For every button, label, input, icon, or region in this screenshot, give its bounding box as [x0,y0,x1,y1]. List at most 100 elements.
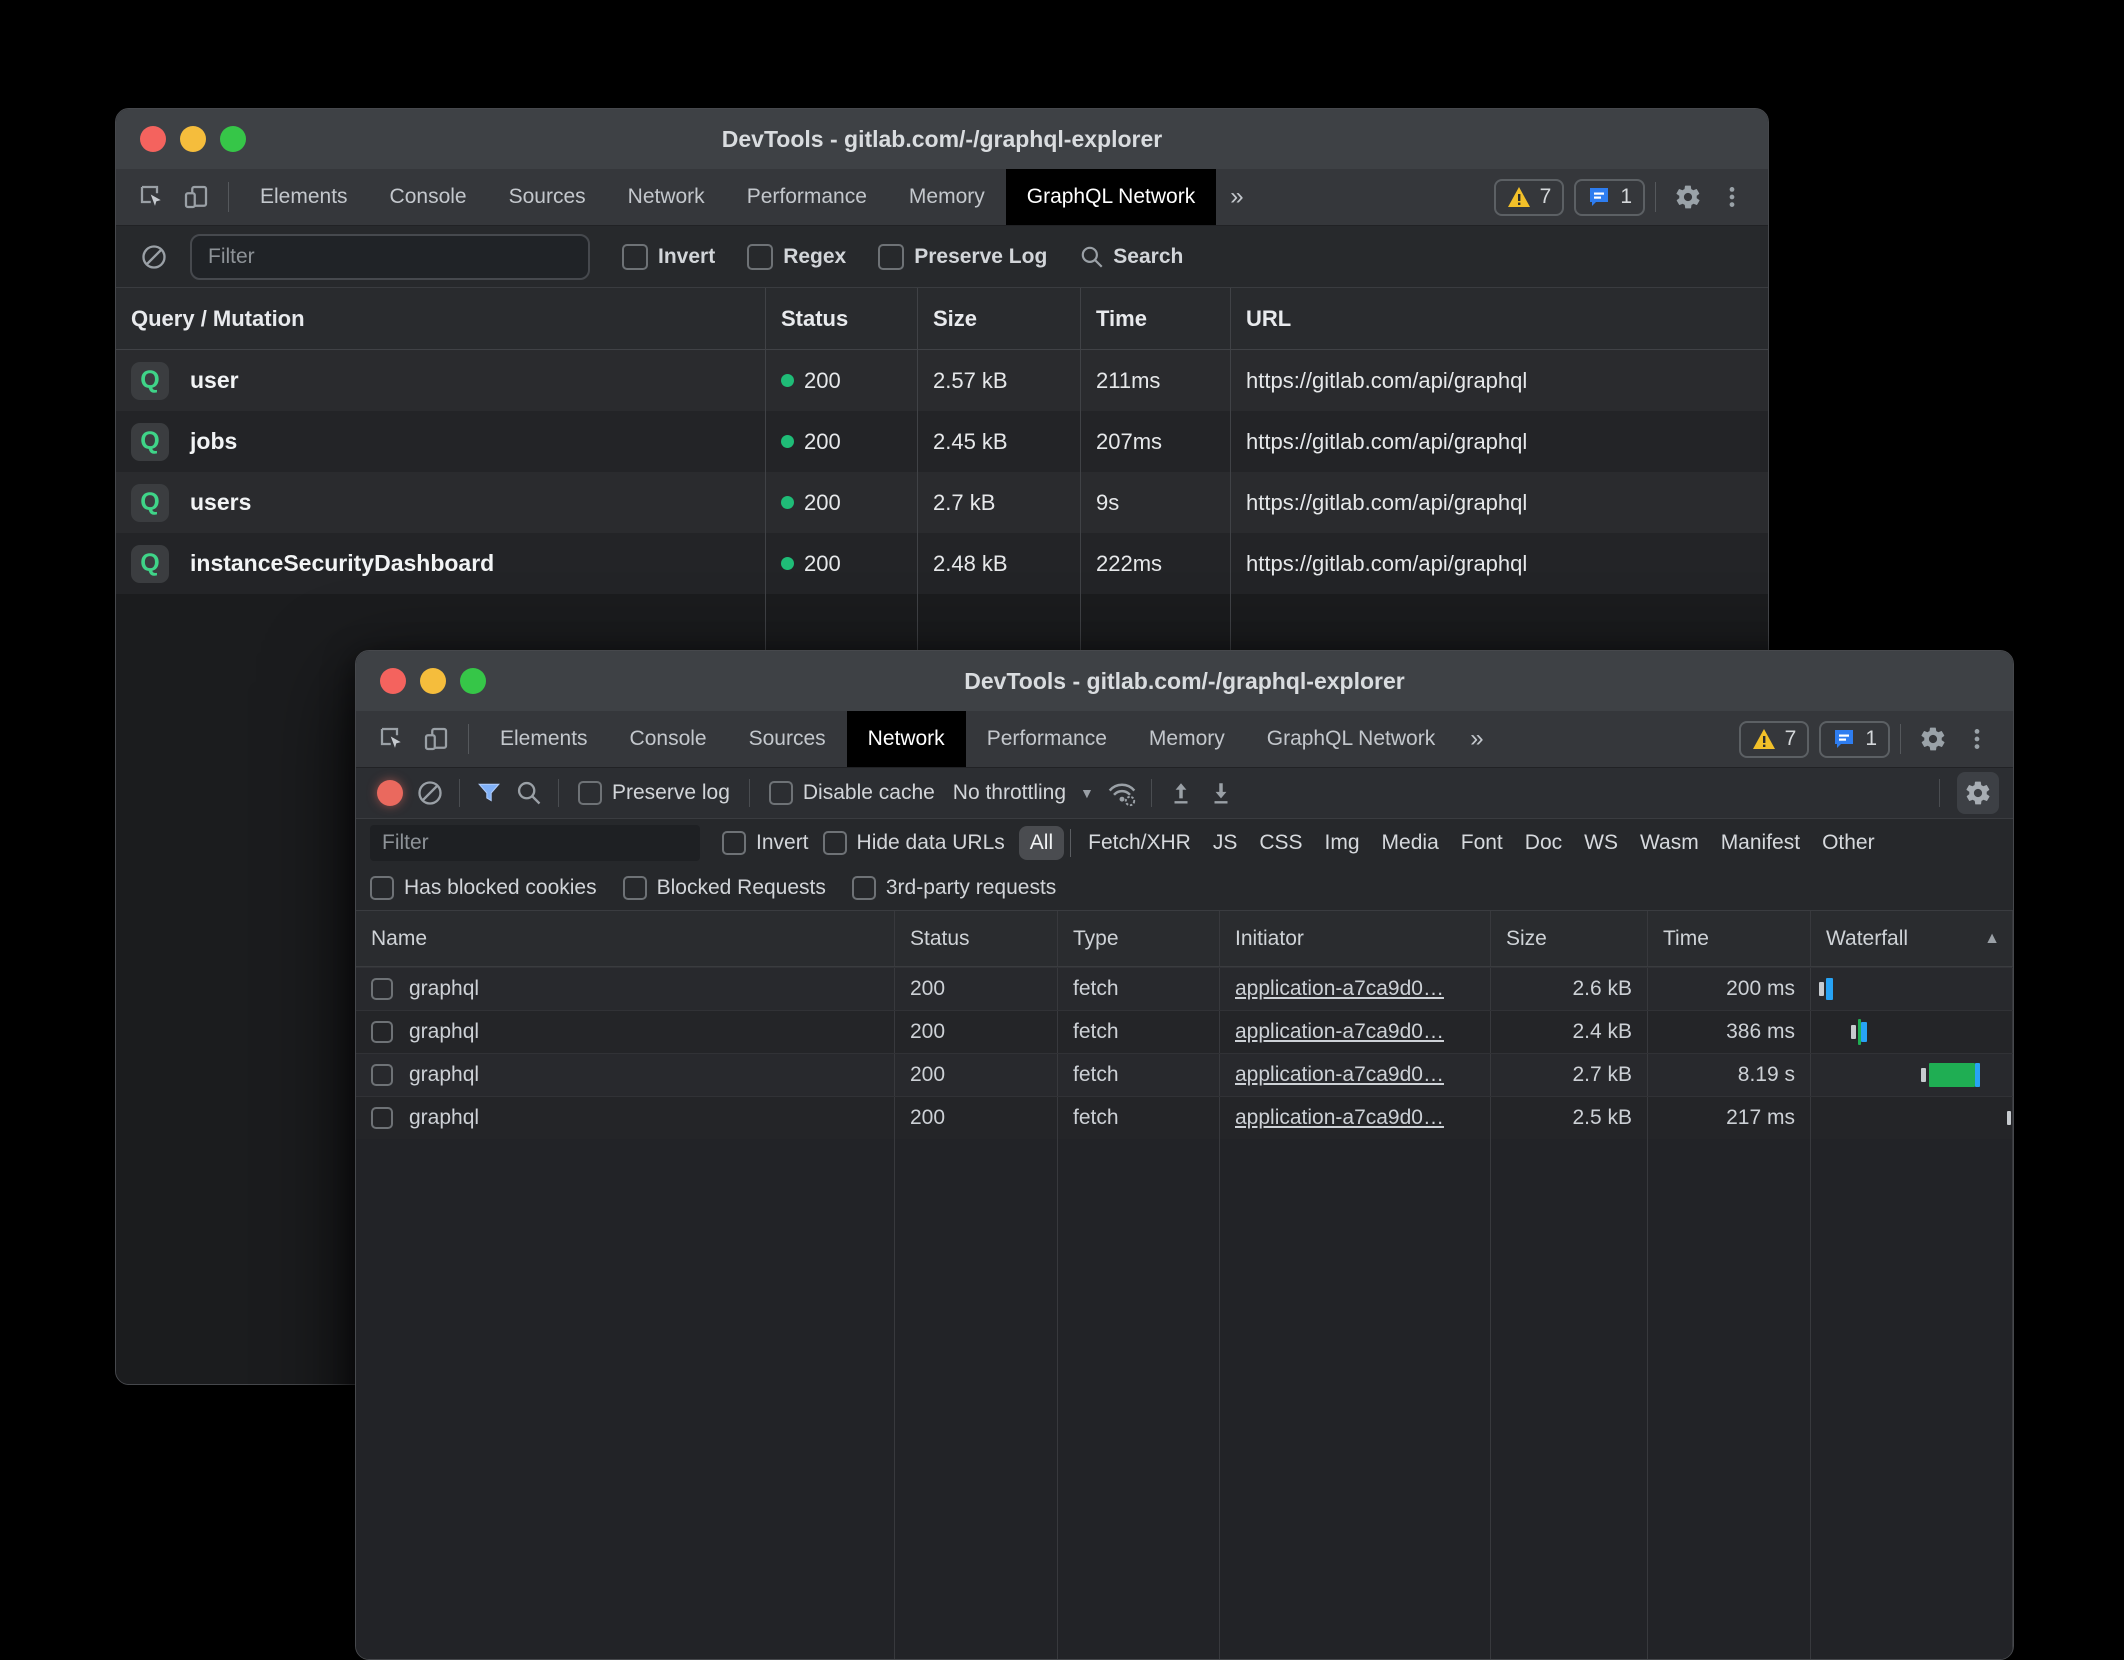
settings-gear-icon[interactable] [1911,719,1955,759]
has-blocked-cookies-group[interactable]: Has blocked cookies [370,876,597,900]
row-checkbox[interactable] [371,978,393,1000]
minimize-button[interactable] [420,668,446,694]
tab-sources[interactable]: Sources [488,169,607,225]
invert-checkbox[interactable] [722,831,746,855]
clear-icon[interactable] [410,773,450,813]
maximize-button[interactable] [460,668,486,694]
filter-input[interactable] [190,234,590,280]
invert-checkbox-group[interactable]: Invert [622,244,715,270]
column-header-size[interactable]: Size [1491,911,1648,966]
tab-sources[interactable]: Sources [728,711,847,767]
search-group[interactable]: Search [1079,244,1183,270]
network-request-row[interactable]: graphql 200 fetch application-a7ca9d0… 2… [356,967,2013,1010]
tab-network[interactable]: Network [607,169,726,225]
settings-gear-icon[interactable] [1666,177,1710,217]
network-request-row[interactable]: graphql 200 fetch application-a7ca9d0… 2… [356,1010,2013,1053]
blocked-requests-group[interactable]: Blocked Requests [623,876,826,900]
column-header-time[interactable]: Time [1648,911,1811,966]
initiator-link[interactable]: application-a7ca9d0… [1235,977,1444,1001]
network-settings-gear-icon[interactable] [1957,772,1999,814]
clear-icon[interactable] [132,237,176,277]
regex-checkbox[interactable] [747,244,773,270]
titlebar[interactable]: DevTools - gitlab.com/-/graphql-explorer [116,109,1768,169]
tab-elements[interactable]: Elements [239,169,369,225]
close-button[interactable] [380,668,406,694]
regex-checkbox-group[interactable]: Regex [747,244,846,270]
row-checkbox[interactable] [371,1021,393,1043]
table-row[interactable]: Q user 200 2.57 kB 211ms https://gitlab.… [116,350,1768,411]
preserve-log-group[interactable]: Preserve log [578,781,730,805]
filter-chip-media[interactable]: Media [1371,826,1450,860]
blocked-requests-checkbox[interactable] [623,876,647,900]
tab-performance[interactable]: Performance [726,169,888,225]
column-header-status[interactable]: Status [895,911,1058,966]
disable-cache-group[interactable]: Disable cache [769,781,935,805]
filter-chip-css[interactable]: CSS [1248,826,1313,860]
preserve-log-checkbox[interactable] [578,781,602,805]
filter-chip-img[interactable]: Img [1314,826,1371,860]
column-header-initiator[interactable]: Initiator [1220,911,1491,966]
tab-elements[interactable]: Elements [479,711,609,767]
inspect-element-icon[interactable] [370,719,414,759]
search-icon[interactable] [509,773,549,813]
more-tabs-chevron[interactable]: » [1216,169,1257,225]
filter-chip-fetch-xhr[interactable]: Fetch/XHR [1077,826,1202,860]
throttling-dropdown[interactable]: No throttling ▼ [953,781,1094,805]
column-header-query-mutation[interactable]: Query / Mutation [116,288,766,349]
hide-data-urls-group[interactable]: Hide data URLs [823,831,1005,855]
filter-chip-manifest[interactable]: Manifest [1710,826,1811,860]
kebab-menu-icon[interactable] [1955,719,1999,759]
third-party-requests-checkbox[interactable] [852,876,876,900]
sort-ascending-icon[interactable]: ▲ [1984,930,2000,948]
third-party-requests-group[interactable]: 3rd-party requests [852,876,1056,900]
minimize-button[interactable] [180,126,206,152]
filter-chip-font[interactable]: Font [1450,826,1514,860]
preserve-log-checkbox[interactable] [878,244,904,270]
row-checkbox[interactable] [371,1107,393,1129]
filter-chip-doc[interactable]: Doc [1514,826,1573,860]
row-checkbox[interactable] [371,1064,393,1086]
network-conditions-icon[interactable] [1102,773,1142,813]
import-har-icon[interactable] [1161,773,1201,813]
table-row[interactable]: Q users 200 2.7 kB 9s https://gitlab.com… [116,472,1768,533]
tab-memory[interactable]: Memory [888,169,1006,225]
network-request-row[interactable]: graphql 200 fetch application-a7ca9d0… 2… [356,1053,2013,1096]
column-header-time[interactable]: Time [1081,288,1231,349]
inspect-element-icon[interactable] [130,177,174,217]
initiator-link[interactable]: application-a7ca9d0… [1235,1063,1444,1087]
filter-funnel-icon[interactable] [469,773,509,813]
tab-network[interactable]: Network [847,711,966,767]
preserve-log-checkbox-group[interactable]: Preserve Log [878,244,1047,270]
issues-badge[interactable]: 1 [1574,179,1645,216]
column-header-type[interactable]: Type [1058,911,1220,966]
tab-console[interactable]: Console [609,711,728,767]
warnings-badge[interactable]: 7 [1739,721,1810,758]
device-toolbar-icon[interactable] [174,177,218,217]
column-header-status[interactable]: Status [766,288,918,349]
initiator-link[interactable]: application-a7ca9d0… [1235,1020,1444,1044]
tab-memory[interactable]: Memory [1128,711,1246,767]
filter-chip-wasm[interactable]: Wasm [1629,826,1710,860]
tab-graphql-network[interactable]: GraphQL Network [1006,169,1216,225]
network-request-row[interactable]: graphql 200 fetch application-a7ca9d0… 2… [356,1096,2013,1139]
tab-performance[interactable]: Performance [966,711,1128,767]
record-button[interactable] [370,773,410,813]
kebab-menu-icon[interactable] [1710,177,1754,217]
device-toolbar-icon[interactable] [414,719,458,759]
table-row[interactable]: Q jobs 200 2.45 kB 207ms https://gitlab.… [116,411,1768,472]
titlebar[interactable]: DevTools - gitlab.com/-/graphql-explorer [356,651,2013,711]
filter-input[interactable] [370,825,700,861]
filter-chip-ws[interactable]: WS [1573,826,1629,860]
close-button[interactable] [140,126,166,152]
invert-group[interactable]: Invert [722,831,809,855]
column-header-waterfall[interactable]: Waterfall ▲ [1811,911,2013,966]
tab-console[interactable]: Console [369,169,488,225]
filter-chip-js[interactable]: JS [1202,826,1249,860]
warnings-badge[interactable]: 7 [1494,179,1565,216]
hide-data-urls-checkbox[interactable] [823,831,847,855]
maximize-button[interactable] [220,126,246,152]
more-tabs-chevron[interactable]: » [1456,711,1497,767]
filter-chip-all[interactable]: All [1019,826,1064,860]
issues-badge[interactable]: 1 [1819,721,1890,758]
column-header-name[interactable]: Name [356,911,895,966]
